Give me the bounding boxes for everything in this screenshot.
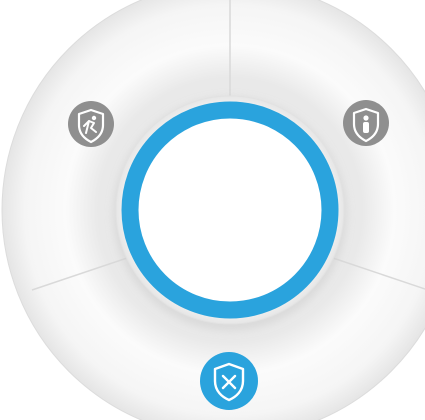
disarm-mode-button[interactable] (200, 352, 258, 410)
away-mode-button-background (68, 101, 114, 147)
center-button[interactable] (142, 122, 318, 298)
stay-mode-button[interactable] (343, 100, 389, 146)
security-mode-dial-graphic (1, 0, 425, 420)
security-mode-dial (0, 0, 425, 420)
away-mode-button[interactable] (68, 101, 114, 147)
